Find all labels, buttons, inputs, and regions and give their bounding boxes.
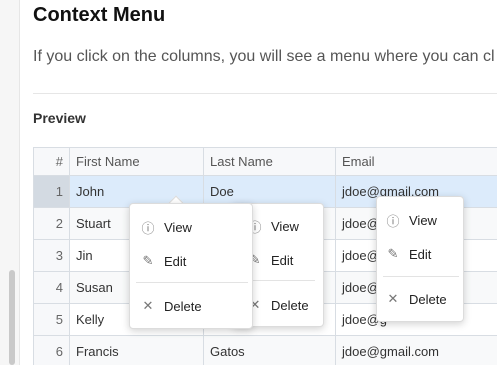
menu-item-edit[interactable]: ✎ Edit bbox=[140, 249, 187, 273]
page-description: If you click on the columns, you will se… bbox=[33, 48, 495, 65]
context-menu: ⓘ View ✎ Edit ✕ Delete bbox=[376, 196, 464, 322]
pencil-icon: ✎ bbox=[387, 246, 399, 261]
menu-item-view[interactable]: ⓘ View bbox=[247, 214, 299, 238]
page-title: Context Menu bbox=[33, 4, 166, 26]
menu-item-label: View bbox=[271, 218, 299, 234]
cell-email[interactable]: jdoe@gmail.com bbox=[335, 335, 497, 365]
close-icon: ✕ bbox=[142, 298, 154, 313]
header-row-number[interactable]: # bbox=[33, 147, 70, 176]
menu-item-label: View bbox=[409, 212, 437, 228]
close-icon: ✕ bbox=[387, 291, 399, 306]
menu-separator bbox=[243, 280, 315, 281]
menu-item-delete[interactable]: ✕ Delete bbox=[140, 294, 202, 318]
info-icon: ⓘ bbox=[386, 213, 400, 229]
row-number: 1 bbox=[33, 175, 70, 208]
menu-item-label: Delete bbox=[271, 297, 309, 313]
row-number: 6 bbox=[33, 335, 70, 365]
menu-item-label: Edit bbox=[271, 252, 294, 268]
row-number: 5 bbox=[33, 303, 70, 336]
menu-item-view[interactable]: ⓘ View bbox=[385, 208, 437, 232]
menu-separator bbox=[136, 282, 248, 283]
info-icon: ⓘ bbox=[141, 220, 155, 236]
grid-header-row: # First Name Last Name Email bbox=[33, 147, 497, 176]
pencil-icon: ✎ bbox=[142, 253, 154, 268]
row-number: 4 bbox=[33, 271, 70, 304]
header-email[interactable]: Email bbox=[335, 147, 497, 176]
menu-item-label: Edit bbox=[164, 253, 187, 269]
row-number: 2 bbox=[33, 207, 70, 240]
menu-item-label: Delete bbox=[164, 298, 202, 314]
menu-item-edit[interactable]: ✎ Edit bbox=[385, 242, 432, 266]
context-menu: ⓘ View ✎ Edit ✕ Delete bbox=[129, 203, 253, 329]
row-number: 3 bbox=[33, 239, 70, 272]
menu-separator bbox=[383, 276, 459, 277]
scrollbar-thumb[interactable] bbox=[9, 270, 15, 365]
menu-item-label: Delete bbox=[409, 291, 447, 307]
divider bbox=[33, 93, 497, 94]
menu-item-delete[interactable]: ✕ Delete bbox=[247, 293, 309, 317]
cell-last-name[interactable]: Gatos bbox=[203, 335, 336, 365]
menu-item-edit[interactable]: ✎ Edit bbox=[247, 248, 294, 272]
preview-label: Preview bbox=[33, 110, 86, 126]
cell-first-name[interactable]: Francis bbox=[69, 335, 204, 365]
menu-item-label: Edit bbox=[409, 246, 432, 262]
menu-item-view[interactable]: ⓘ View bbox=[140, 215, 192, 239]
menu-item-label: View bbox=[164, 219, 192, 235]
table-row[interactable]: 6 Francis Gatos jdoe@gmail.com bbox=[33, 335, 497, 365]
left-rail bbox=[0, 0, 20, 365]
header-first-name[interactable]: First Name bbox=[69, 147, 204, 176]
menu-item-delete[interactable]: ✕ Delete bbox=[385, 287, 447, 311]
header-last-name[interactable]: Last Name bbox=[203, 147, 336, 176]
